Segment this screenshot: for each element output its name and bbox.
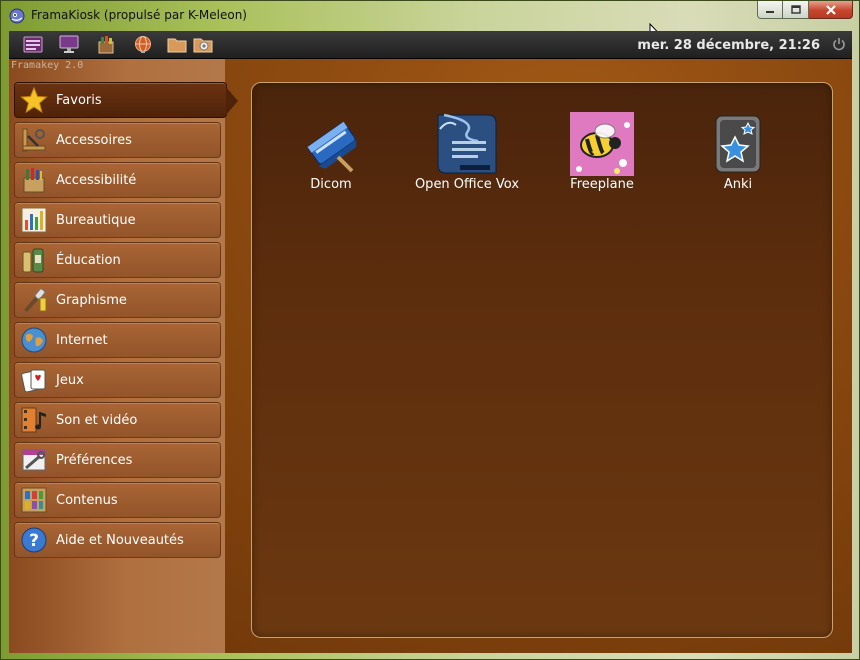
- sidebar-item-label: Graphisme: [56, 293, 127, 308]
- accessibility-icon: [23, 168, 45, 193]
- svg-text:?: ?: [29, 531, 39, 551]
- app-window: FramaKiosk (propulsé par K-Meleon) mer. …: [0, 0, 860, 660]
- contents-icon: [21, 487, 47, 513]
- sidebar-item-label: Accessibilité: [56, 173, 137, 188]
- category-sidebar: Framakey 2.0 Favoris Accessoires Accessi…: [9, 59, 238, 653]
- clock: mer. 28 décembre, 21:26: [637, 38, 820, 53]
- sidebar-item-accessoires[interactable]: Accessoires: [14, 122, 221, 158]
- framakiosk-app: mer. 28 décembre, 21:26 Framakey 2.0 Fav…: [9, 31, 852, 653]
- sidebar-item-label: Éducation: [56, 253, 121, 268]
- app-item-open-office-vox[interactable]: Open Office Vox: [402, 111, 532, 201]
- dicom-icon: [307, 121, 357, 173]
- app-label: Freeplane: [570, 177, 634, 192]
- graphics-icon: [24, 288, 47, 312]
- sidebar-item-label: Accessoires: [56, 133, 132, 148]
- top-toolbar: mer. 28 décembre, 21:26: [9, 31, 852, 59]
- monitor-icon[interactable]: [59, 35, 79, 54]
- sidebar-item-label: Favoris: [56, 93, 102, 108]
- sidebar-item-bureautique[interactable]: Bureautique: [14, 202, 221, 238]
- star-icon: [20, 86, 48, 114]
- maximize-button[interactable]: [783, 1, 809, 19]
- app-item-dicom[interactable]: Dicom: [266, 111, 396, 201]
- education-icon: [22, 248, 44, 273]
- sidebar-item-label: Bureautique: [56, 213, 136, 228]
- sidebar-item-aide-et-nouveautes[interactable]: ? Aide et Nouveautés: [14, 522, 221, 558]
- office-icon: [21, 207, 47, 233]
- app-label: Open Office Vox: [414, 177, 520, 192]
- sidebar-item-graphisme[interactable]: Graphisme: [14, 282, 221, 318]
- sidebar-item-jeux[interactable]: Jeux: [14, 362, 221, 398]
- favorites-panel: Dicom Open Office Vox Freeplane Anki: [251, 82, 833, 638]
- minimize-icon: [766, 10, 774, 13]
- basket-icon[interactable]: [96, 35, 116, 54]
- close-icon: [825, 4, 836, 15]
- menu-icon[interactable]: [23, 35, 43, 54]
- sidebar-item-preferences[interactable]: Préférences: [14, 442, 221, 478]
- main-content: Framakey 2.0 Favoris Accessoires Accessi…: [9, 59, 852, 653]
- help-icon: ?: [21, 527, 47, 553]
- folder-icon[interactable]: [167, 35, 187, 54]
- preferences-icon: [22, 449, 46, 471]
- settings-folder-icon[interactable]: [193, 35, 213, 54]
- sidebar-item-internet[interactable]: Internet: [14, 322, 221, 358]
- app-item-freeplane[interactable]: Freeplane: [537, 111, 667, 201]
- sidebar-item-label: Contenus: [56, 493, 118, 508]
- openoffice-icon: [437, 113, 497, 174]
- title-bar[interactable]: FramaKiosk (propulsé par K-Meleon): [1, 1, 859, 31]
- kmeleon-icon: [9, 8, 25, 24]
- power-icon[interactable]: [832, 37, 846, 51]
- maximize-icon: [790, 5, 801, 14]
- cards-icon: [21, 369, 46, 393]
- sidebar-item-education[interactable]: Éducation: [14, 242, 221, 278]
- sidebar-item-favoris[interactable]: Favoris: [14, 82, 238, 118]
- sidebar-item-label: Jeux: [56, 373, 84, 388]
- globe-icon[interactable]: [133, 35, 153, 54]
- close-button[interactable]: [809, 1, 853, 19]
- globe-icon: [21, 327, 47, 353]
- anki-icon: [715, 115, 761, 173]
- freeplane-icon: [570, 112, 634, 176]
- sidebar-item-accessibilite[interactable]: Accessibilité: [14, 162, 221, 198]
- sidebar-item-label: Préférences: [56, 453, 133, 468]
- brand-label: Framakey 2.0: [11, 60, 84, 71]
- window-title: FramaKiosk (propulsé par K-Meleon): [31, 8, 247, 22]
- sidebar-item-label: Internet: [56, 333, 108, 348]
- sidebar-item-label: Son et vidéo: [56, 413, 138, 428]
- sidebar-item-label: Aide et Nouveautés: [56, 533, 184, 548]
- app-label: Dicom: [310, 177, 352, 192]
- media-icon: [21, 407, 46, 433]
- minimize-button[interactable]: [757, 1, 783, 19]
- app-item-anki[interactable]: Anki: [673, 111, 803, 201]
- accessories-icon: [22, 128, 46, 152]
- sidebar-item-contenus[interactable]: Contenus: [14, 482, 221, 518]
- sidebar-item-son-et-video[interactable]: Son et vidéo: [14, 402, 221, 438]
- app-label: Anki: [723, 177, 753, 192]
